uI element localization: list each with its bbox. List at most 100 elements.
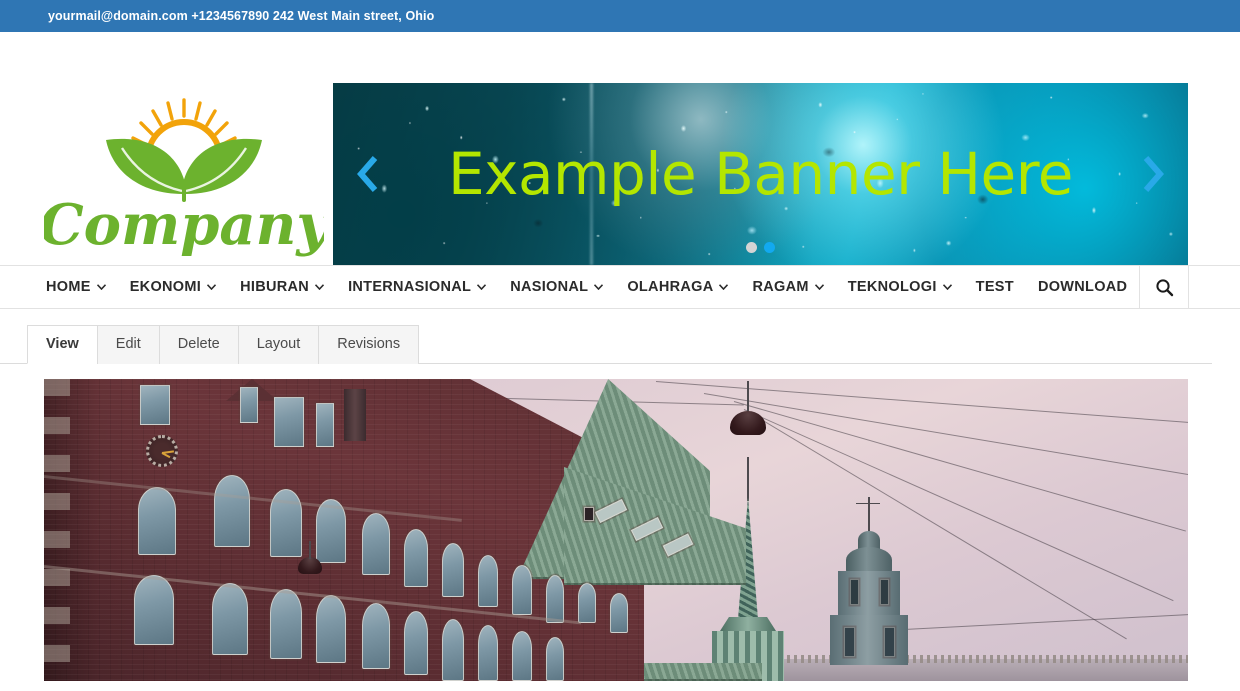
- building-window: [404, 529, 428, 587]
- nav-label: HIBURAN: [240, 279, 310, 295]
- nav-item-hiburan[interactable]: HIBURAN: [228, 266, 336, 308]
- building-window: [240, 387, 258, 423]
- article-hero-image: [44, 379, 1188, 681]
- nav-item-internasional[interactable]: INTERNASIONAL: [336, 266, 498, 308]
- chevron-down-icon: [942, 284, 952, 290]
- building-window: [512, 631, 532, 681]
- building-window: [512, 565, 532, 615]
- spire-crown: [720, 617, 776, 631]
- clock-hand-minute: [161, 450, 175, 454]
- nav-right-spacer: [1189, 266, 1240, 308]
- tab-view[interactable]: View: [27, 325, 97, 364]
- chevron-left-icon: [357, 156, 378, 192]
- leaf-left-icon: [106, 138, 186, 194]
- tab-layout[interactable]: Layout: [237, 325, 319, 364]
- building-window: [274, 397, 304, 447]
- banner-dot-2[interactable]: [764, 242, 775, 253]
- building-window: [316, 403, 334, 447]
- tab-edit[interactable]: Edit: [96, 325, 159, 364]
- tab-delete[interactable]: Delete: [158, 325, 238, 364]
- chevron-down-icon: [594, 284, 604, 290]
- left-green-roof-extension: [642, 663, 762, 681]
- building-window: [546, 637, 564, 681]
- stone-quoins-left: [44, 379, 70, 681]
- nav-item-list: HOME EKONOMI HIBURAN INTERNASIONAL NASIO…: [0, 266, 1139, 308]
- admin-tabs: View Edit Delete Layout Revisions: [0, 325, 1212, 364]
- nav-label: TEST: [975, 279, 1014, 295]
- search-button[interactable]: [1139, 266, 1189, 308]
- chevron-down-icon: [814, 284, 824, 290]
- banner-next-arrow[interactable]: [1136, 151, 1170, 197]
- tower-window: [884, 627, 895, 657]
- leaf-right-icon: [182, 138, 262, 194]
- building-clock: [146, 435, 178, 467]
- main-navigation: HOME EKONOMI HIBURAN INTERNASIONAL NASIO…: [0, 265, 1240, 309]
- nav-label: EKONOMI: [129, 279, 202, 295]
- banner-prev-arrow[interactable]: [351, 151, 385, 197]
- nav-label: NASIONAL: [510, 279, 589, 295]
- chevron-down-icon: [315, 284, 325, 290]
- building-window: [362, 603, 390, 669]
- building-window: [546, 575, 564, 623]
- facade-lantern: [298, 557, 322, 574]
- nav-item-ragam[interactable]: RAGAM: [740, 266, 835, 308]
- building-window: [214, 475, 250, 547]
- contact-info-text: yourmail@domain.com +1234567890 242 West…: [48, 9, 435, 23]
- top-contact-bar: yourmail@domain.com +1234567890 242 West…: [0, 0, 1240, 32]
- spire-finial-mast: [747, 457, 749, 501]
- building-window: [584, 507, 594, 521]
- building-window: [270, 589, 302, 659]
- lamp-suspension-wire: [747, 381, 749, 415]
- building-window: [442, 543, 464, 597]
- nav-label: INTERNASIONAL: [348, 279, 472, 295]
- nav-item-olahraga[interactable]: OLAHRAGA: [615, 266, 740, 308]
- nav-label: RAGAM: [752, 279, 809, 295]
- tower-weathervane-cross: [856, 503, 880, 504]
- banner-dot-1[interactable]: [746, 242, 757, 253]
- tower-window: [850, 579, 859, 605]
- tower-window: [880, 579, 889, 605]
- article-body: [0, 364, 1240, 681]
- search-icon: [1155, 278, 1173, 296]
- banner-pagination-dots[interactable]: [333, 242, 1188, 253]
- building-window: [362, 513, 390, 575]
- palace-tower-belfry: [838, 571, 900, 617]
- building-window: [140, 385, 170, 425]
- tab-revisions[interactable]: Revisions: [318, 325, 420, 364]
- nav-item-ekonomi[interactable]: EKONOMI: [118, 266, 228, 308]
- chevron-down-icon: [719, 284, 729, 290]
- building-window: [478, 625, 498, 681]
- nav-item-nasional[interactable]: NASIONAL: [498, 266, 615, 308]
- chevron-down-icon: [96, 284, 106, 290]
- nav-label: DOWNLOAD: [1037, 279, 1128, 295]
- building-window: [442, 619, 464, 681]
- building-window: [578, 583, 596, 623]
- palace-tower-base: [830, 615, 908, 665]
- nav-item-teknologi[interactable]: TEKNOLOGI: [836, 266, 964, 308]
- chevron-right-icon: [1143, 156, 1164, 192]
- hero-banner-slider[interactable]: Example Banner Here: [333, 83, 1188, 265]
- nav-item-download[interactable]: DOWNLOAD: [1026, 266, 1139, 308]
- building-window: [610, 593, 628, 633]
- logo-wordmark: Company: [44, 192, 324, 258]
- building-window: [404, 611, 428, 675]
- nav-label: TEKNOLOGI: [847, 279, 937, 295]
- site-header: Company Example Banner Here: [0, 32, 1240, 265]
- site-logo[interactable]: Company: [44, 90, 324, 258]
- facade-lantern-wire: [309, 541, 311, 559]
- building-window: [212, 583, 248, 655]
- tower-window: [844, 627, 855, 657]
- banner-headline: Example Banner Here: [448, 140, 1073, 208]
- logo-graphic: Company: [44, 98, 324, 258]
- nav-item-test[interactable]: TEST: [964, 266, 1026, 308]
- admin-tabs-region: View Edit Delete Layout Revisions: [0, 309, 1240, 364]
- palace-tower-dome: [846, 547, 892, 573]
- chevron-down-icon: [207, 284, 217, 290]
- nav-item-home[interactable]: HOME: [46, 266, 118, 308]
- building-window: [134, 575, 174, 645]
- chevron-down-icon: [477, 284, 487, 290]
- chimney: [344, 389, 366, 441]
- building-window: [478, 555, 498, 607]
- nav-label: OLAHRAGA: [627, 279, 714, 295]
- building-window: [138, 487, 176, 555]
